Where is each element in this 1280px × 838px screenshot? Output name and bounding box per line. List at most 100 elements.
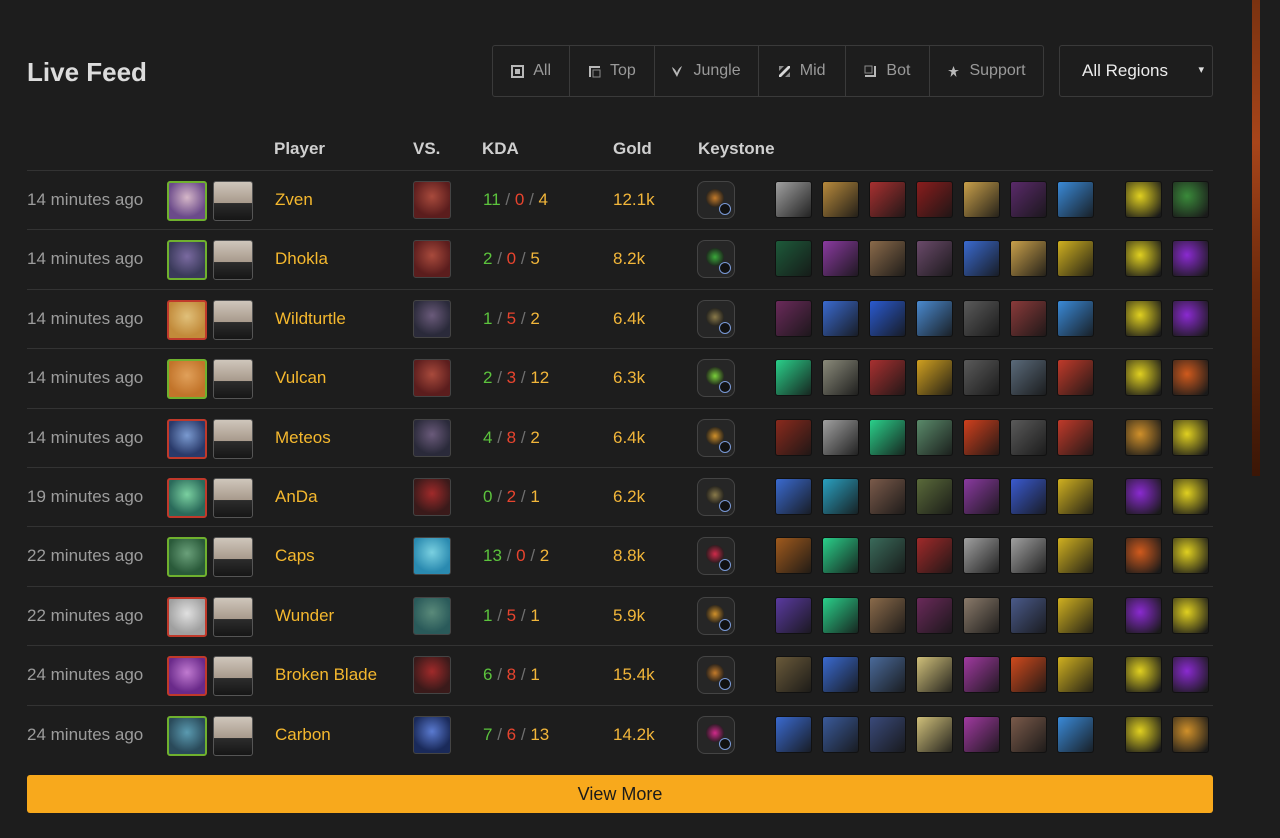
table-row[interactable]: 14 minutes ago Vulcan 2 / 3 / 12 6.3k bbox=[27, 348, 1213, 407]
item-icon[interactable] bbox=[822, 477, 859, 515]
player-name-link[interactable]: Dhokla bbox=[275, 249, 328, 269]
item-icon[interactable] bbox=[1010, 181, 1047, 218]
item-icon[interactable] bbox=[916, 656, 953, 694]
role-filter-support[interactable]: Support bbox=[930, 46, 1043, 96]
item-icon[interactable] bbox=[1057, 477, 1094, 515]
item-icon[interactable] bbox=[869, 656, 906, 694]
summoner-spell-icon[interactable] bbox=[1125, 240, 1162, 278]
champion-icon[interactable] bbox=[167, 181, 207, 221]
keystone-rune-icon[interactable] bbox=[697, 359, 735, 398]
summoner-spell-icon[interactable] bbox=[1172, 596, 1209, 634]
table-row[interactable]: 19 minutes ago AnDa 0 / 2 / 1 6.2k bbox=[27, 466, 1213, 526]
item-icon[interactable] bbox=[963, 359, 1000, 397]
table-row[interactable]: 14 minutes ago Zven 11 / 0 / 4 12.1k bbox=[27, 170, 1213, 229]
item-icon[interactable] bbox=[1057, 359, 1094, 397]
item-icon[interactable] bbox=[1010, 656, 1047, 694]
table-row[interactable]: 24 minutes ago Broken Blade 6 / 8 / 1 15… bbox=[27, 645, 1213, 704]
keystone-rune-icon[interactable] bbox=[697, 299, 735, 338]
summoner-spell-icon[interactable] bbox=[1172, 656, 1209, 694]
item-icon[interactable] bbox=[775, 656, 812, 694]
summoner-spell-icon[interactable] bbox=[1172, 299, 1209, 337]
player-name-link[interactable]: AnDa bbox=[275, 487, 318, 507]
item-icon[interactable] bbox=[775, 418, 812, 456]
opponent-champion-icon[interactable] bbox=[413, 299, 451, 338]
item-icon[interactable] bbox=[1010, 537, 1047, 575]
summoner-spell-icon[interactable] bbox=[1125, 537, 1162, 575]
keystone-rune-icon[interactable] bbox=[697, 715, 735, 754]
item-icon[interactable] bbox=[1057, 240, 1094, 278]
item-icon[interactable] bbox=[1010, 596, 1047, 634]
item-icon[interactable] bbox=[916, 240, 953, 278]
item-icon[interactable] bbox=[1057, 596, 1094, 634]
champion-icon[interactable] bbox=[167, 299, 207, 340]
summoner-spell-icon[interactable] bbox=[1125, 596, 1162, 634]
item-icon[interactable] bbox=[869, 477, 906, 515]
item-icon[interactable] bbox=[869, 359, 906, 397]
item-icon[interactable] bbox=[822, 656, 859, 694]
champion-icon[interactable] bbox=[167, 596, 207, 637]
item-icon[interactable] bbox=[869, 537, 906, 575]
item-icon[interactable] bbox=[963, 596, 1000, 634]
item-icon[interactable] bbox=[869, 596, 906, 634]
role-filter-all[interactable]: All bbox=[493, 46, 571, 96]
table-row[interactable]: 22 minutes ago Wunder 1 / 5 / 1 5.9k bbox=[27, 585, 1213, 645]
summoner-spell-icon[interactable] bbox=[1125, 477, 1162, 515]
item-icon[interactable] bbox=[963, 656, 1000, 694]
item-icon[interactable] bbox=[916, 359, 953, 397]
opponent-champion-icon[interactable] bbox=[413, 240, 451, 279]
item-icon[interactable] bbox=[963, 715, 1000, 753]
summoner-spell-icon[interactable] bbox=[1125, 181, 1162, 218]
champion-icon[interactable] bbox=[167, 418, 207, 459]
item-icon[interactable] bbox=[822, 181, 859, 218]
player-name-link[interactable]: Broken Blade bbox=[275, 665, 377, 685]
keystone-rune-icon[interactable] bbox=[697, 418, 735, 457]
table-row[interactable]: 22 minutes ago Caps 13 / 0 / 2 8.8k bbox=[27, 526, 1213, 585]
summoner-spell-icon[interactable] bbox=[1172, 715, 1209, 753]
item-icon[interactable] bbox=[1010, 715, 1047, 753]
summoner-spell-icon[interactable] bbox=[1125, 656, 1162, 694]
player-name-link[interactable]: Wunder bbox=[275, 606, 334, 626]
item-icon[interactable] bbox=[1057, 418, 1094, 456]
table-row[interactable]: 24 minutes ago Carbon 7 / 6 / 13 14.2k bbox=[27, 704, 1213, 764]
opponent-champion-icon[interactable] bbox=[413, 537, 451, 576]
summoner-spell-icon[interactable] bbox=[1125, 418, 1162, 456]
opponent-champion-icon[interactable] bbox=[413, 418, 451, 457]
table-row[interactable]: 14 minutes ago Dhokla 2 / 0 / 5 8.2k bbox=[27, 229, 1213, 288]
keystone-rune-icon[interactable] bbox=[697, 240, 735, 279]
opponent-champion-icon[interactable] bbox=[413, 477, 451, 516]
role-filter-mid[interactable]: Mid bbox=[759, 46, 846, 96]
item-icon[interactable] bbox=[1010, 418, 1047, 456]
player-name-link[interactable]: Vulcan bbox=[275, 368, 326, 388]
item-icon[interactable] bbox=[916, 537, 953, 575]
item-icon[interactable] bbox=[963, 477, 1000, 515]
champion-icon[interactable] bbox=[167, 715, 207, 756]
keystone-rune-icon[interactable] bbox=[697, 656, 735, 695]
opponent-champion-icon[interactable] bbox=[413, 656, 451, 695]
player-name-link[interactable]: Zven bbox=[275, 190, 313, 210]
item-icon[interactable] bbox=[916, 181, 953, 218]
summoner-spell-icon[interactable] bbox=[1172, 181, 1209, 218]
item-icon[interactable] bbox=[963, 299, 1000, 337]
item-icon[interactable] bbox=[963, 240, 1000, 278]
table-row[interactable]: 14 minutes ago Meteos 4 / 8 / 2 6.4k bbox=[27, 407, 1213, 467]
player-name-link[interactable]: Carbon bbox=[275, 725, 331, 745]
item-icon[interactable] bbox=[775, 715, 812, 753]
player-name-link[interactable]: Caps bbox=[275, 546, 315, 566]
item-icon[interactable] bbox=[916, 299, 953, 337]
item-icon[interactable] bbox=[916, 418, 953, 456]
item-icon[interactable] bbox=[822, 596, 859, 634]
champion-icon[interactable] bbox=[167, 477, 207, 518]
item-icon[interactable] bbox=[869, 715, 906, 753]
summoner-spell-icon[interactable] bbox=[1125, 299, 1162, 337]
item-icon[interactable] bbox=[1010, 359, 1047, 397]
opponent-champion-icon[interactable] bbox=[413, 715, 451, 754]
item-icon[interactable] bbox=[775, 537, 812, 575]
item-icon[interactable] bbox=[1057, 715, 1094, 753]
summoner-spell-icon[interactable] bbox=[1172, 537, 1209, 575]
item-icon[interactable] bbox=[916, 596, 953, 634]
item-icon[interactable] bbox=[916, 477, 953, 515]
summoner-spell-icon[interactable] bbox=[1172, 359, 1209, 397]
item-icon[interactable] bbox=[775, 477, 812, 515]
item-icon[interactable] bbox=[1057, 656, 1094, 694]
champion-icon[interactable] bbox=[167, 240, 207, 281]
